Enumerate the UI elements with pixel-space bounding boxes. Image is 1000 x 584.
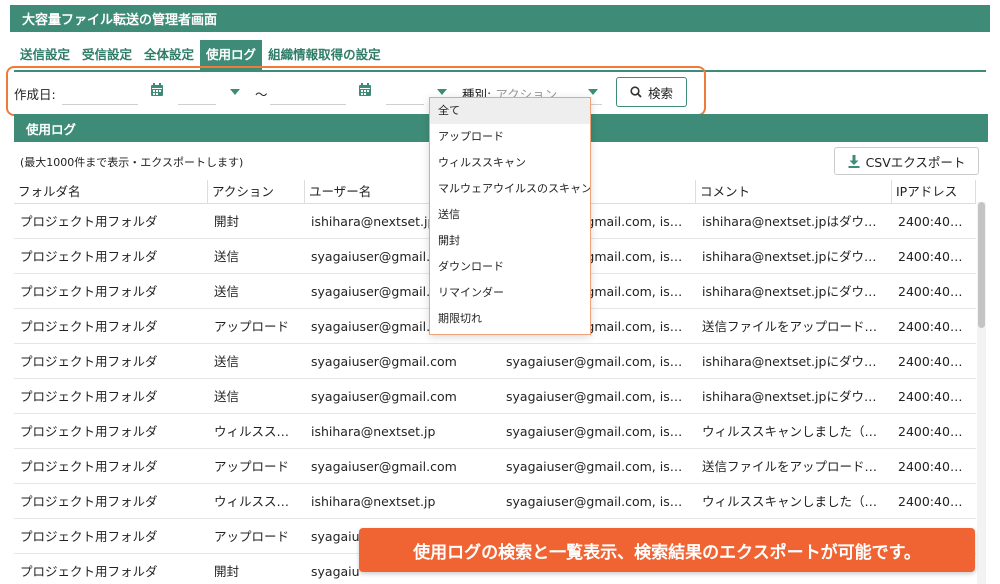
cell-user: ishihara@nextset.jp (311, 494, 436, 509)
section-title: 使用ログ (26, 121, 77, 137)
download-icon (848, 154, 860, 168)
dropdown-option-open[interactable]: 開封 (430, 228, 590, 254)
cell-action: 送信 (214, 284, 240, 299)
dropdown-option-all[interactable]: 全て (430, 98, 590, 124)
cell-folder: プロジェクト用フォルダ (20, 459, 158, 474)
cell-action: ウィルススキャン (214, 494, 305, 509)
cell-ip: 2400:4050:84 (898, 214, 976, 229)
cell-ip: 2400:4050:84 (898, 424, 976, 439)
dropdown-option-reminder[interactable]: リマインダー (430, 280, 590, 306)
dropdown-option-malware-scan[interactable]: マルウェアウイルスのスキャン (430, 176, 590, 202)
filter-highlight-box (6, 66, 706, 116)
cell-folder: プロジェクト用フォルダ (20, 284, 158, 299)
cell-recipients: syagaiuser@gmail.com, ishihara@nextset.j… (506, 494, 696, 509)
cell-ip: 2400:4050:84 (898, 249, 976, 264)
cell-folder: プロジェクト用フォルダ (20, 424, 158, 439)
cell-comment: ishihara@nextset.jpにダウンロードしました (702, 389, 892, 404)
dropdown-option-send[interactable]: 送信 (430, 202, 590, 228)
dropdown-option-download[interactable]: ダウンロード (430, 254, 590, 280)
cell-ip: 2400:4050:84 (898, 354, 976, 369)
table-row[interactable]: プロジェクト用フォルダ ウィルススキャン ishihara@nextset.jp sy… (14, 414, 976, 449)
cell-folder: プロジェクト用フォルダ (20, 529, 158, 544)
table-row[interactable]: プロジェクト用フォルダ アップロード syagaiuser@gmail.com sya… (14, 449, 976, 484)
csv-export-label: CSVエクスポート (865, 154, 966, 170)
max-records-note: (最大1000件まで表示・エクスポートします) (20, 156, 244, 169)
table-row[interactable]: プロジェクト用フォルダ 送信 syagaiuser@gmail.com syagaiu… (14, 344, 976, 379)
cell-action: アップロード (214, 459, 290, 474)
cell-comment: ウィルススキャンしました（ファイル） (702, 424, 892, 439)
app-title: 大容量ファイル転送の管理者画面 (22, 13, 218, 28)
cell-action: アップロード (214, 319, 290, 334)
column-header-ip[interactable]: IPアドレス (892, 180, 976, 203)
cell-comment: ishihara@nextset.jpにダウンロードしました (702, 249, 892, 264)
cell-ip: 2400:4050:84 (898, 319, 976, 334)
cell-folder: プロジェクト用フォルダ (20, 214, 158, 229)
cell-action: 送信 (214, 249, 240, 264)
cell-comment: 送信ファイルをアップロードしました (702, 319, 892, 334)
cell-ip: 2400:4050:84 (898, 389, 976, 404)
column-header-action[interactable]: アクション (208, 180, 305, 203)
cell-comment: ishihara@nextset.jpにダウンロードしました (702, 284, 892, 299)
column-header-folder[interactable]: フォルダ名 (14, 180, 208, 203)
dropdown-option-virus-scan[interactable]: ウィルススキャン (430, 150, 590, 176)
cell-comment: ishihara@nextset.jpにダウンロードしました (702, 354, 892, 369)
cell-user: syagaiuser@gmail.com (311, 459, 457, 474)
cell-recipients: syagaiuser@gmail.com, ishihara@nextset.j… (506, 354, 696, 369)
cell-folder: プロジェクト用フォルダ (20, 354, 158, 369)
dropdown-option-upload[interactable]: アップロード (430, 124, 590, 150)
cell-recipients: syagaiuser@gmail.com, ishihara@nextset.j… (506, 389, 696, 404)
cell-comment: ウィルススキャンしました（ファイル） (702, 494, 892, 509)
table-scrollbar-thumb[interactable] (978, 202, 985, 328)
cell-folder: プロジェクト用フォルダ (20, 249, 158, 264)
cell-folder: プロジェクト用フォルダ (20, 319, 158, 334)
feature-banner: 使用ログの検索と一覧表示、検索結果のエクスポートが可能です。 (359, 528, 975, 572)
cell-recipients: syagaiuser@gmail.com, ishihara@nextset.j… (506, 459, 696, 474)
cell-recipients: syagaiuser@gmail.com, ishihara@nextset.j… (506, 424, 696, 439)
cell-action: 開封 (214, 564, 240, 579)
cell-comment: 送信ファイルをアップロードしました (702, 459, 892, 474)
cell-ip: 2400:4050:84 (898, 459, 976, 474)
cell-user: ishihara@nextset.jp (311, 424, 436, 439)
feature-banner-text: 使用ログの検索と一覧表示、検索結果のエクスポートが可能です。 (413, 542, 921, 563)
cell-ip: 2400:4050:84 (898, 494, 976, 509)
type-dropdown-menu: 全て アップロード ウィルススキャン マルウェアウイルスのスキャン 送信 開封 … (429, 97, 591, 335)
dropdown-option-expired[interactable]: 期限切れ (430, 306, 590, 332)
cell-folder: プロジェクト用フォルダ (20, 494, 158, 509)
cell-action: 開封 (214, 214, 240, 229)
table-row[interactable]: プロジェクト用フォルダ ウィルススキャン ishihara@nextset.jp sy… (14, 484, 976, 519)
cell-comment: ishihara@nextset.jpはダウンロードしました (702, 214, 892, 229)
csv-export-button[interactable]: CSVエクスポート (834, 147, 979, 175)
column-header-comment[interactable]: コメント (696, 180, 892, 203)
app-title-bar: 大容量ファイル転送の管理者画面 (10, 5, 990, 32)
cell-ip: 2400:4050:84 (898, 284, 976, 299)
cell-action: 送信 (214, 389, 240, 404)
cell-folder: プロジェクト用フォルダ (20, 564, 158, 579)
cell-action: アップロード (214, 529, 290, 544)
cell-action: ウィルススキャン (214, 424, 305, 439)
cell-action: 送信 (214, 354, 240, 369)
table-row[interactable]: プロジェクト用フォルダ 送信 syagaiuser@gmail.com syagaiu… (14, 379, 976, 414)
cell-folder: プロジェクト用フォルダ (20, 389, 158, 404)
cell-user: syagaiuser@gmail.com (311, 354, 457, 369)
cell-user: syagaiuser@gmail.com (311, 389, 457, 404)
